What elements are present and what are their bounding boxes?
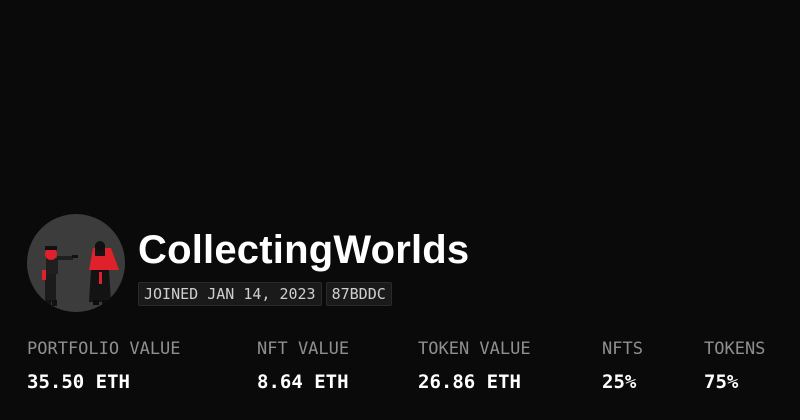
joined-date-badge: JOINED JAN 14, 2023 <box>138 282 322 306</box>
address-code-badge[interactable]: 87BDDC <box>325 282 392 306</box>
profile-avatar[interactable] <box>27 214 125 312</box>
portfolio-value-label: PORTFOLIO VALUE <box>27 339 181 359</box>
tokens-share-value: 75% <box>704 371 739 393</box>
avatar-art-icon <box>42 241 119 306</box>
nfts-share-label: NFTS <box>602 339 643 359</box>
nft-value-label: NFT VALUE <box>257 339 350 359</box>
tokens-share-label: TOKENS <box>704 339 766 359</box>
profile-meta: JOINED JAN 14, 2023 87BDDC <box>138 282 392 306</box>
token-value: 26.86 ETH <box>418 371 521 393</box>
nft-value: 8.64 ETH <box>257 371 349 393</box>
portfolio-value: 35.50 ETH <box>27 371 130 393</box>
nfts-share-value: 25% <box>602 371 637 393</box>
profile-card: CollectingWorlds JOINED JAN 14, 2023 87B… <box>0 0 800 420</box>
token-value-label: TOKEN VALUE <box>418 339 531 359</box>
username: CollectingWorlds <box>138 228 470 272</box>
